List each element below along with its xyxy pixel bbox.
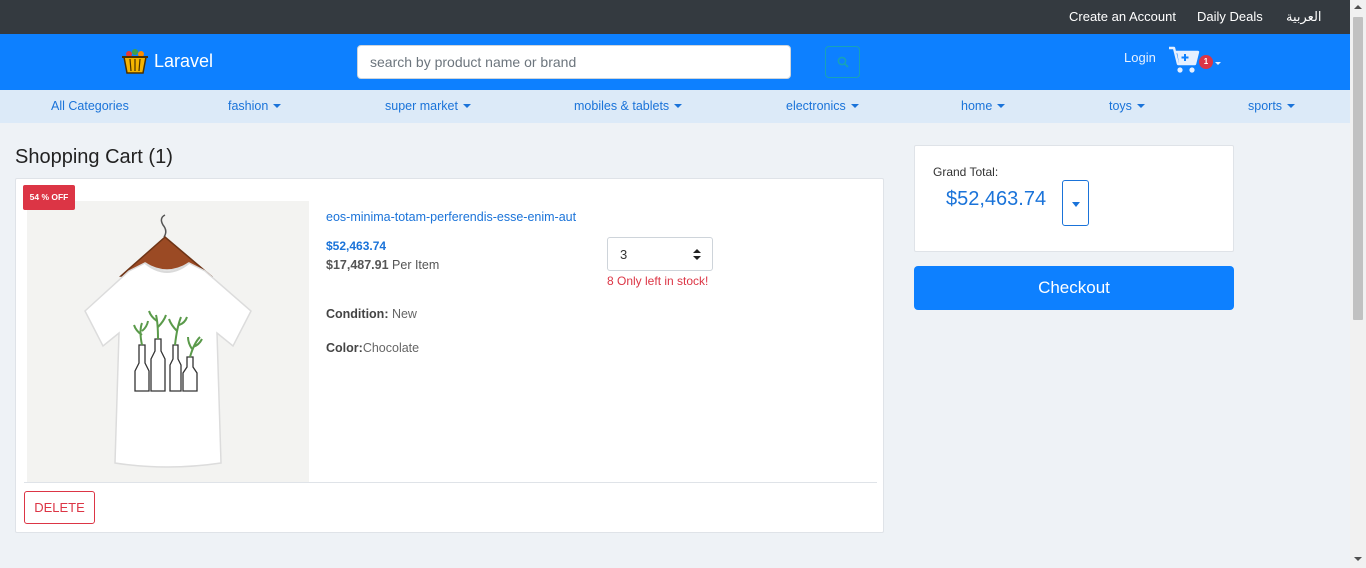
chevron-down-icon xyxy=(1215,62,1221,65)
color-value: Chocolate xyxy=(362,341,420,355)
cart-icon xyxy=(1169,46,1200,73)
create-account-link[interactable]: Create an Account xyxy=(1069,9,1176,24)
main-header: Laravel Login 1 xyxy=(0,34,1350,90)
nav-label: sports xyxy=(1248,99,1283,113)
nav-mobiles-tablets[interactable]: mobiles & tablets xyxy=(574,99,683,113)
nav-label: All Categories xyxy=(51,99,129,113)
nav-super-market[interactable]: super market xyxy=(385,99,471,113)
nav-label: super market xyxy=(385,99,458,113)
condition-value: New xyxy=(388,307,417,321)
page-title: Shopping Cart (1) xyxy=(15,146,173,168)
nav-label: fashion xyxy=(228,99,269,113)
search-icon xyxy=(837,56,849,68)
divider xyxy=(24,482,877,483)
grand-total-value: $52,463.74 xyxy=(946,188,1047,210)
top-bar: Create an Account Daily Deals العربية xyxy=(0,0,1350,34)
scrollbar[interactable] xyxy=(1350,0,1366,568)
nav-toys[interactable]: toys xyxy=(1109,99,1145,113)
discount-badge: 54 % OFF xyxy=(23,185,75,210)
line-total: $52,463.74 xyxy=(326,239,387,253)
nav-label: toys xyxy=(1109,99,1132,113)
logo-text: Laravel xyxy=(154,50,214,71)
condition-label: Condition: xyxy=(326,307,389,321)
caret-down-icon xyxy=(273,104,282,108)
search-input[interactable] xyxy=(357,45,791,79)
daily-deals-link[interactable]: Daily Deals xyxy=(1197,9,1263,24)
tshirt-image xyxy=(27,201,309,483)
grand-total-toggle[interactable] xyxy=(1062,180,1089,226)
caret-down-icon xyxy=(674,104,683,108)
checkout-button[interactable]: Checkout xyxy=(914,266,1234,310)
unit-price-suffix: Per Item xyxy=(388,258,440,272)
quantity-value: 3 xyxy=(620,247,628,262)
order-summary-card: Grand Total: $52,463.74 xyxy=(914,145,1234,252)
caret-down-icon xyxy=(1136,104,1145,108)
caret-down-icon xyxy=(997,104,1006,108)
scroll-up-icon[interactable] xyxy=(1354,5,1362,9)
basket-icon xyxy=(122,49,148,74)
nav-label: electronics xyxy=(786,99,846,113)
delete-button[interactable]: DELETE xyxy=(24,491,95,524)
caret-down-icon xyxy=(462,104,471,108)
search-button[interactable] xyxy=(825,46,860,78)
stock-warning: 8 Only left in stock! xyxy=(607,274,709,288)
grand-total-label: Grand Total: xyxy=(933,165,999,179)
category-nav: All Categories fashion super market mobi… xyxy=(0,90,1350,123)
condition-row: Condition: New xyxy=(326,307,417,321)
language-switch-link[interactable]: العربية xyxy=(1286,9,1322,25)
color-row: Color:Chocolate xyxy=(326,341,419,355)
unit-price-value: $17,487.91 xyxy=(326,258,389,272)
nav-sports[interactable]: sports xyxy=(1248,99,1296,113)
nav-label: mobiles & tablets xyxy=(574,99,670,113)
logo[interactable]: Laravel xyxy=(120,46,213,76)
caret-down-icon xyxy=(850,104,859,108)
spinner-arrows-icon[interactable] xyxy=(693,249,701,260)
cart-count-badge: 1 xyxy=(1199,55,1213,69)
cart-dropdown[interactable]: 1 xyxy=(1168,45,1224,75)
color-label: Color: xyxy=(326,341,363,355)
quantity-stepper[interactable]: 3 xyxy=(607,237,713,271)
product-image[interactable] xyxy=(27,201,309,483)
scroll-down-icon[interactable] xyxy=(1354,557,1362,561)
nav-electronics[interactable]: electronics xyxy=(786,99,859,113)
cart-item-card: 54 % OFF eos-minima-totam-perferendis-es… xyxy=(15,178,884,533)
caret-down-icon xyxy=(1287,104,1296,108)
nav-fashion[interactable]: fashion xyxy=(228,99,282,113)
login-link[interactable]: Login xyxy=(1124,50,1156,65)
product-name-link[interactable]: eos-minima-totam-perferendis-esse-enim-a… xyxy=(326,210,576,224)
caret-down-icon xyxy=(1072,202,1080,207)
nav-home[interactable]: home xyxy=(961,99,1006,113)
nav-label: home xyxy=(961,99,993,113)
nav-all-categories[interactable]: All Categories xyxy=(51,99,129,113)
scrollbar-thumb[interactable] xyxy=(1353,17,1363,320)
unit-price: $17,487.91 Per Item xyxy=(326,258,439,272)
